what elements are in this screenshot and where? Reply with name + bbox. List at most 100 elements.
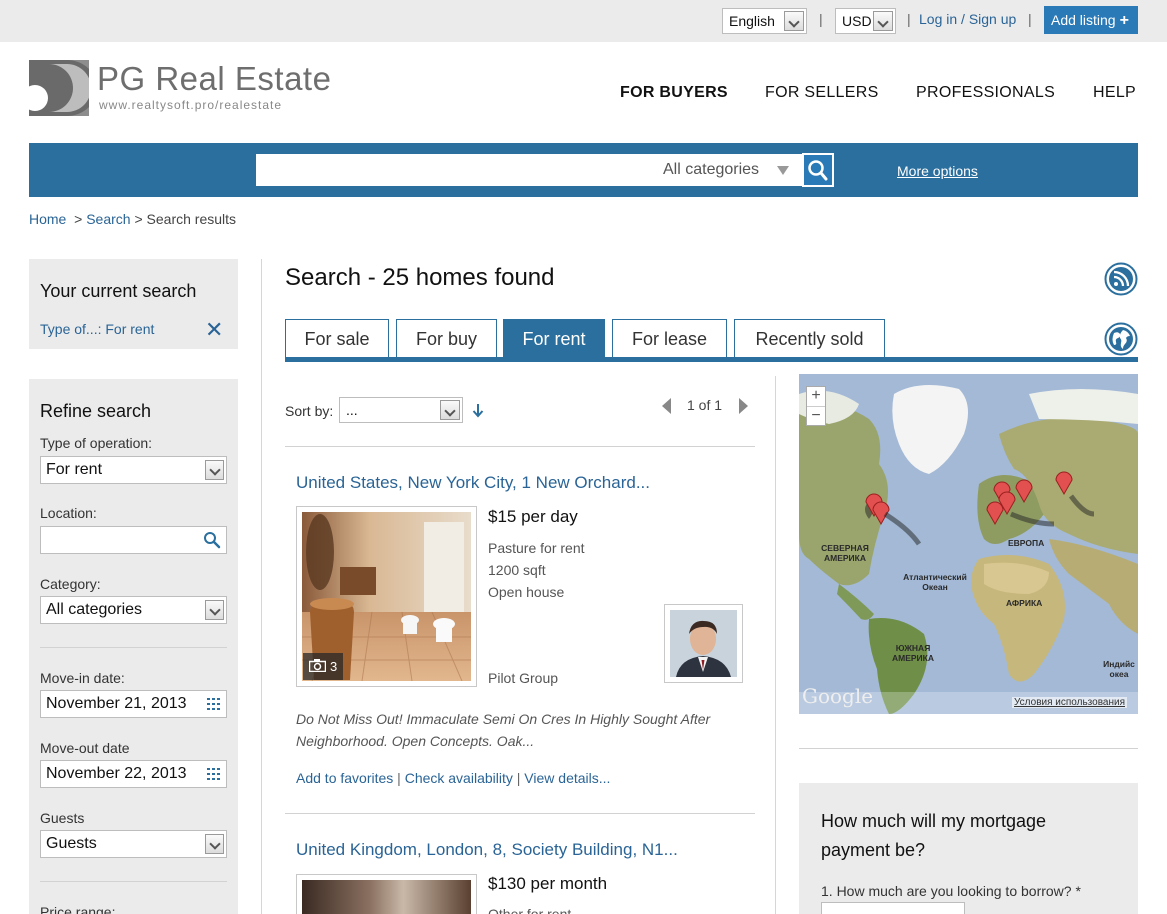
movein-label: Move-in date: xyxy=(40,670,125,686)
chevron-down-icon xyxy=(873,11,893,31)
category-label: Category: xyxy=(40,576,101,592)
currency-value: USD xyxy=(842,13,872,29)
tab-underline xyxy=(285,357,1138,362)
operation-select[interactable]: For rent xyxy=(40,456,227,484)
moveout-value: November 22, 2013 xyxy=(46,765,187,782)
mortgage-title: How much will my mortgage payment be? xyxy=(821,811,1047,860)
map-label: ЮЖНАЯ АМЕРИКА xyxy=(892,643,934,663)
pager-prev-icon[interactable] xyxy=(662,398,671,414)
divider xyxy=(285,813,755,814)
logo-title[interactable]: PG Real Estate xyxy=(97,60,331,98)
view-details-link[interactable]: View details... xyxy=(524,770,610,786)
moveout-label: Move-out date xyxy=(40,740,130,756)
refine-search-title: Refine search xyxy=(40,401,152,421)
current-search-title: Your current search xyxy=(40,281,197,301)
close-icon[interactable]: ✕ xyxy=(205,317,223,343)
breadcrumb-home[interactable]: Home xyxy=(29,211,66,227)
current-search-panel: Your current search Type of...: For rent… xyxy=(29,259,238,349)
login-signup-link[interactable]: Log in / Sign up xyxy=(919,11,1016,27)
pager-text: 1 of 1 xyxy=(687,397,723,413)
results-title: Search - 25 homes found xyxy=(285,264,555,291)
breadcrumb-search[interactable]: Search xyxy=(86,211,130,227)
separator: | xyxy=(1028,11,1032,27)
zoom-in-button[interactable]: + xyxy=(807,387,825,406)
rss-icon[interactable] xyxy=(1104,262,1138,296)
listing-attr: Pasture for rent xyxy=(488,540,585,556)
more-options-link[interactable]: More options xyxy=(897,163,978,179)
listing-photo[interactable] xyxy=(296,874,477,914)
tab-for-buy[interactable]: For buy xyxy=(396,319,497,358)
refine-search-panel: Refine search Type of operation: For ren… xyxy=(29,379,238,914)
nav-professionals[interactable]: PROFESSIONALS xyxy=(916,84,1055,102)
breadcrumb-sep: > xyxy=(74,211,83,227)
map-label: СЕВЕРНАЯ АМЕРИКА xyxy=(821,543,869,563)
bathroom-photo[interactable]: 3 xyxy=(302,512,471,681)
map-terms-link[interactable]: Условия использования xyxy=(1012,697,1127,708)
nav-for-buyers[interactable]: FOR BUYERS xyxy=(620,84,728,102)
category-value: All categories xyxy=(46,601,143,618)
search-category-select[interactable]: All categories xyxy=(663,161,759,179)
plus-icon: + xyxy=(1119,12,1129,29)
listing-photo[interactable]: 3 xyxy=(296,506,477,687)
separator: | xyxy=(907,11,911,27)
sort-select[interactable]: ... xyxy=(339,397,463,423)
interior-photo[interactable] xyxy=(302,880,471,914)
location-label: Location: xyxy=(40,505,97,521)
map-zoom-control[interactable]: + − xyxy=(806,386,826,426)
agent-portrait xyxy=(670,610,737,677)
pager-next-icon[interactable] xyxy=(739,398,748,414)
moveout-date-field[interactable]: November 22, 2013 xyxy=(40,760,227,788)
search-icon[interactable] xyxy=(203,531,221,549)
guests-select[interactable]: Guests xyxy=(40,830,227,858)
nav-for-sellers[interactable]: FOR SELLERS xyxy=(765,84,879,102)
action-sep: | xyxy=(397,770,401,786)
category-select[interactable]: All categories xyxy=(40,596,227,624)
sort-direction-icon[interactable] xyxy=(471,402,485,418)
guests-value: Guests xyxy=(46,835,97,852)
globe-icon[interactable] xyxy=(1104,322,1138,356)
map-label: АФРИКА xyxy=(1006,598,1043,608)
sidebar-divider xyxy=(261,259,262,914)
add-listing-label: Add listing xyxy=(1051,12,1116,28)
add-to-favorites-link[interactable]: Add to favorites xyxy=(296,770,393,786)
photo-count-badge[interactable]: 3 xyxy=(303,653,344,680)
nav-help[interactable]: HELP xyxy=(1093,84,1136,102)
logo-icon[interactable] xyxy=(29,60,89,116)
language-select[interactable]: English xyxy=(722,8,807,34)
mortgage-question: 1. How much are you looking to borrow? * xyxy=(821,883,1081,899)
listing-price: $15 per day xyxy=(488,507,578,526)
divider xyxy=(40,647,227,648)
breadcrumb-current: Search results xyxy=(146,211,237,227)
listing-title[interactable]: United States, New York City, 1 New Orch… xyxy=(296,473,650,493)
avatar[interactable] xyxy=(664,604,743,683)
listing-title[interactable]: United Kingdom, London, 8, Society Build… xyxy=(296,840,678,860)
search-button[interactable] xyxy=(802,153,834,187)
zoom-out-button[interactable]: − xyxy=(807,406,825,425)
location-input[interactable] xyxy=(40,526,227,554)
operation-label: Type of operation: xyxy=(40,435,153,451)
triangle-down-icon[interactable] xyxy=(777,166,789,175)
listing-description: Do Not Miss Out! Immaculate Semi On Cres… xyxy=(296,711,711,749)
chevron-down-icon xyxy=(784,11,804,31)
check-availability-link[interactable]: Check availability xyxy=(405,770,513,786)
tab-for-sale[interactable]: For sale xyxy=(285,319,389,358)
calendar-icon[interactable] xyxy=(207,768,220,780)
divider xyxy=(285,446,755,447)
listing-price: $130 per month xyxy=(488,874,608,893)
tab-for-lease[interactable]: For lease xyxy=(612,319,727,358)
borrow-amount-input[interactable] xyxy=(821,902,965,914)
current-filter-link[interactable]: Type of...: For rent xyxy=(40,321,154,337)
sort-value: ... xyxy=(346,402,358,418)
listing-attr: 1200 sqft xyxy=(488,562,546,578)
tab-for-rent[interactable]: For rent xyxy=(503,319,605,358)
breadcrumb: Home > Search > Search results xyxy=(29,211,236,227)
map-label: Атлантический Океан xyxy=(903,572,967,592)
calendar-icon[interactable] xyxy=(207,698,220,710)
currency-select[interactable]: USD xyxy=(835,8,896,34)
listing-agent-name[interactable]: Pilot Group xyxy=(488,670,558,686)
add-listing-button[interactable]: Add listing + xyxy=(1044,6,1138,34)
divider xyxy=(799,748,1138,749)
movein-date-field[interactable]: November 21, 2013 xyxy=(40,690,227,718)
tab-recently-sold[interactable]: Recently sold xyxy=(734,319,885,358)
column-divider xyxy=(775,376,776,914)
